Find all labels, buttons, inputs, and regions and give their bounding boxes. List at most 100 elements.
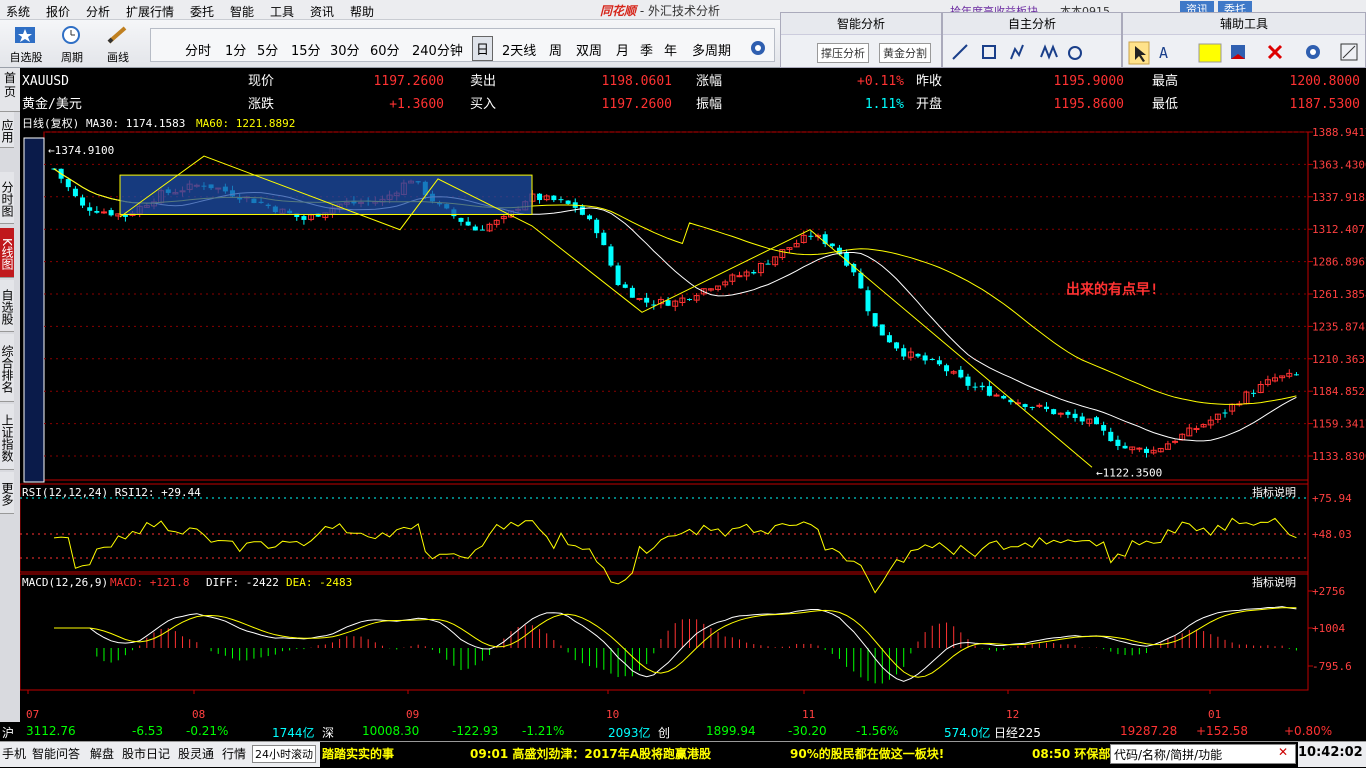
candle-body — [1101, 425, 1107, 431]
menu-news[interactable]: 资讯 — [310, 3, 334, 20]
candle-body — [1108, 431, 1114, 442]
quote-header: XAUUSD 黄金/美元 现价 1197.2600 卖出 1198.0601 涨幅 +0.… — [22, 73, 1360, 130]
period-tick[interactable]: 分时 — [185, 40, 211, 59]
candle-body — [979, 385, 985, 388]
tab-shanghai-index[interactable]: 上证指数 — [0, 404, 14, 470]
news-3[interactable]: 90%的股民都在做这一板块! — [790, 745, 944, 762]
status-24h[interactable]: 24小时滚动 — [252, 745, 316, 763]
idx-sz-pct: -1.21% — [522, 724, 565, 738]
close-icon[interactable]: ✕ — [1278, 745, 1288, 759]
tab-more[interactable]: 更多 — [0, 472, 14, 514]
period-biweek[interactable]: 双周 — [576, 40, 602, 59]
period-30m[interactable]: 30分 — [330, 40, 360, 59]
rsi-help-button[interactable]: 指标说明 — [1252, 485, 1296, 499]
cursor-icon[interactable] — [1128, 41, 1150, 65]
candle-body — [986, 386, 992, 396]
menu-quote[interactable]: 报价 — [46, 3, 70, 20]
menu-extended-quote[interactable]: 扩展行情 — [126, 3, 174, 20]
macd-help-button[interactable]: 指标说明 — [1252, 575, 1296, 589]
status-mobile[interactable]: 手机 — [2, 745, 26, 762]
idx-nikkei-change: +152.58 — [1196, 724, 1249, 738]
gear-icon[interactable] — [748, 38, 768, 58]
search-input[interactable]: 代码/名称/简拼/功能 — [1110, 744, 1296, 764]
idx-sh-pct: -0.21% — [186, 724, 229, 738]
period-button[interactable]: 周期 — [52, 24, 92, 65]
rect-tool-icon[interactable] — [982, 45, 996, 59]
candle-body — [1001, 396, 1007, 399]
chart-comment: 出来的有点早! — [1066, 281, 1158, 298]
idx-sh-value: 3112.76 — [26, 724, 76, 738]
candle-body — [965, 376, 971, 386]
menu-analysis[interactable]: 分析 — [86, 3, 110, 20]
ma60-label: MA60: 1221.8892 — [196, 117, 295, 130]
golden-split-button[interactable]: 黄金分割 — [879, 43, 931, 63]
font-color-icon[interactable]: A — [1159, 44, 1168, 62]
menu-help[interactable]: 帮助 — [350, 3, 374, 20]
quote-label: 昨收 — [916, 74, 942, 89]
month-label: 11 — [802, 708, 815, 721]
status-quote[interactable]: 行情 — [222, 745, 246, 762]
period-60m[interactable]: 60分 — [370, 40, 400, 59]
watchlist-button[interactable]: 自选股 — [6, 24, 46, 65]
period-year[interactable]: 年 — [664, 40, 677, 59]
macd-label: MACD(12,26,9) — [22, 576, 108, 589]
candle-body — [936, 360, 942, 365]
resize-icon[interactable] — [1340, 43, 1358, 61]
tab-timeshare[interactable]: 分时图 — [0, 172, 14, 224]
draw-button[interactable]: 画线 — [98, 24, 138, 65]
period-quarter[interactable]: 季 — [640, 40, 653, 59]
period-1m[interactable]: 1分 — [225, 40, 246, 59]
status-qa[interactable]: 智能问答 — [32, 745, 80, 762]
menu-smart[interactable]: 智能 — [230, 3, 254, 20]
menu-system[interactable]: 系统 — [6, 3, 30, 20]
color-swatch-icon[interactable] — [1198, 43, 1222, 63]
candle-body — [829, 243, 835, 247]
status-stock-link[interactable]: 股灵通 — [178, 745, 214, 762]
period-5m[interactable]: 5分 — [257, 40, 278, 59]
bookmark-icon[interactable] — [1231, 45, 1245, 59]
month-label: 09 — [406, 708, 419, 721]
idx-nikkei-name[interactable]: 日经225 — [994, 724, 1041, 741]
period-15m[interactable]: 15分 — [291, 40, 321, 59]
wave-tool-icon[interactable] — [1040, 44, 1058, 60]
candle-body — [1115, 439, 1121, 446]
news-1[interactable]: 踏踏实实的事 — [322, 745, 394, 762]
candle-body — [736, 275, 743, 278]
chart-svg[interactable]: XAUUSD 黄金/美元 现价 1197.2600 卖出 1198.0601 涨幅 +0.… — [19, 68, 1366, 722]
circle-tool-icon[interactable] — [1068, 46, 1082, 60]
period-week[interactable]: 周 — [549, 40, 562, 59]
tab-apps[interactable]: 应用 — [0, 112, 14, 148]
idx-cy-name[interactable]: 创 — [658, 724, 670, 741]
settings-icon[interactable] — [1306, 45, 1320, 59]
month-label: 01 — [1208, 708, 1221, 721]
candle-body — [65, 179, 71, 188]
period-day[interactable]: 日 — [472, 36, 494, 61]
price-tick-label: 1261.3858 — [1312, 288, 1366, 301]
period-2day[interactable]: 2天线 — [502, 40, 536, 59]
menu-trade[interactable]: 委托 — [190, 3, 214, 20]
candle-body — [629, 287, 635, 298]
clock-icon — [62, 26, 80, 44]
news-2[interactable]: 09:01 高盛刘劲津：2017年A股将跑赢港股 — [470, 745, 711, 762]
status-commentary[interactable]: 解盘 — [90, 745, 114, 762]
period-240m[interactable]: 240分钟 — [412, 40, 463, 59]
tab-watchlist[interactable]: 自选股 — [0, 280, 14, 332]
support-resistance-button[interactable]: 撑压分析 — [817, 43, 869, 63]
candle-body — [1036, 404, 1043, 407]
tab-kline[interactable]: K线图 — [0, 228, 14, 278]
tab-home[interactable]: 首页 — [0, 68, 20, 112]
delete-icon[interactable] — [1267, 44, 1283, 60]
menu-tools[interactable]: 工具 — [270, 3, 294, 20]
status-diary[interactable]: 股市日记 — [122, 745, 170, 762]
index-bar: 沪 3112.76 -6.53 -0.21% 1744亿 深 10008.30 … — [0, 722, 1366, 741]
kline-chart[interactable]: XAUUSD 黄金/美元 现价 1197.2600 卖出 1198.0601 涨幅 +0.… — [19, 68, 1366, 740]
candle-body — [886, 335, 892, 343]
tab-ranking[interactable]: 综合排名 — [0, 334, 14, 402]
period-multi[interactable]: 多周期 — [692, 40, 731, 59]
trend-tool-icon[interactable] — [1010, 44, 1024, 60]
idx-sh-name[interactable]: 沪 — [2, 724, 14, 741]
period-month[interactable]: 月 — [616, 40, 629, 59]
period-label: 周期 — [61, 51, 83, 64]
line-tool-icon[interactable] — [952, 44, 968, 60]
idx-sz-name[interactable]: 深 — [322, 724, 334, 741]
